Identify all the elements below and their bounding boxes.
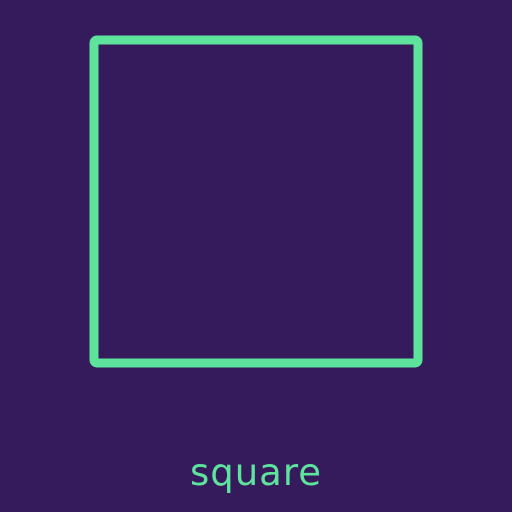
- shape-caption: square: [189, 451, 323, 494]
- square-outline: [89, 35, 423, 368]
- shape-drawing: [89, 35, 423, 368]
- shape-card: square: [0, 0, 512, 512]
